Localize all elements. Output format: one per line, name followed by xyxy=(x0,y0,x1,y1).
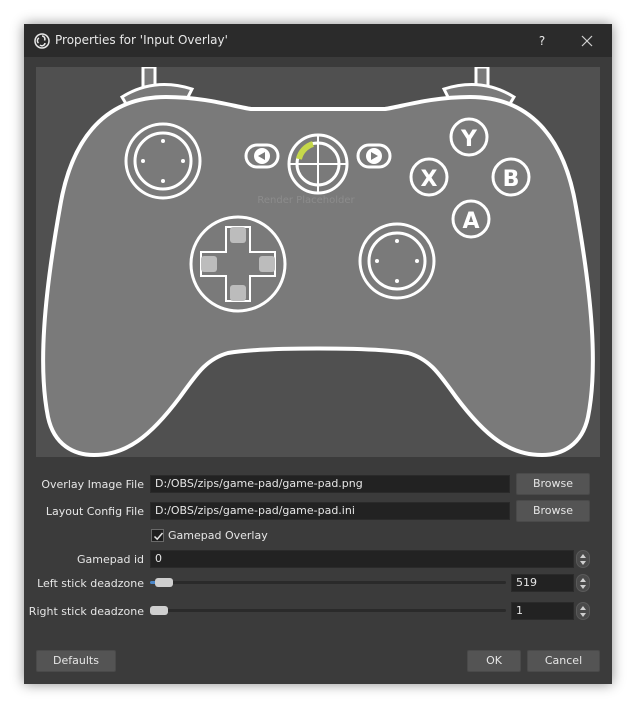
button-a-label: A xyxy=(462,209,479,234)
left-stick xyxy=(124,122,202,200)
obs-logo-icon xyxy=(34,33,50,49)
dpad-left xyxy=(201,256,217,272)
gamepad-id-label: Gamepad id xyxy=(77,553,144,566)
face-button-b: B xyxy=(491,157,531,197)
left-deadzone-spinner[interactable] xyxy=(576,574,590,592)
right-deadzone-slider-handle[interactable] xyxy=(150,606,168,615)
right-stick xyxy=(358,222,436,300)
right-deadzone-slider[interactable] xyxy=(150,606,506,615)
face-button-x: X xyxy=(409,157,449,197)
preview-watermark: Render Placeholder xyxy=(257,195,355,206)
cancel-button[interactable]: Cancel xyxy=(527,650,600,672)
button-y-label: Y xyxy=(460,127,478,152)
help-button[interactable]: ? xyxy=(531,31,553,51)
properties-dialog: Properties for 'Input Overlay' ? Render … xyxy=(24,24,612,684)
close-icon[interactable] xyxy=(576,30,598,52)
dpad-right xyxy=(259,256,275,272)
layout-config-label: Layout Config File xyxy=(45,505,144,518)
dpad-up xyxy=(230,227,246,243)
gamepad-overlay-checkbox[interactable] xyxy=(151,529,164,542)
window-title: Properties for 'Input Overlay' xyxy=(55,33,228,47)
layout-config-path-field[interactable]: D:/OBS/zips/game-pad/game-pad.ini xyxy=(150,502,510,520)
browse-overlay-image-button[interactable]: Browse xyxy=(516,473,590,495)
right-deadzone-value[interactable]: 1 xyxy=(511,602,574,620)
start-button xyxy=(356,143,392,169)
source-preview: Render Placeholder Y X B A xyxy=(36,67,600,457)
face-button-y: Y xyxy=(449,117,489,157)
defaults-button[interactable]: Defaults xyxy=(36,650,116,672)
left-deadzone-slider-handle[interactable] xyxy=(155,578,173,587)
dpad xyxy=(189,215,287,313)
overlay-image-path-field[interactable]: D:/OBS/zips/game-pad/game-pad.png xyxy=(150,475,510,493)
checkmark-icon xyxy=(153,532,164,541)
guide-button xyxy=(287,133,349,195)
left-deadzone-value[interactable]: 519 xyxy=(511,574,574,592)
gamepad-id-input[interactable]: 0 xyxy=(150,550,574,568)
overlay-image-label: Overlay Image File xyxy=(41,478,144,491)
face-button-a: A xyxy=(451,199,491,239)
button-x-label: X xyxy=(421,167,438,192)
back-button xyxy=(244,143,280,169)
gamepad-overlay-image: Render Placeholder Y X B A xyxy=(41,67,595,457)
left-deadzone-slider[interactable] xyxy=(150,578,506,587)
title-bar: Properties for 'Input Overlay' ? xyxy=(24,24,612,57)
button-b-label: B xyxy=(503,167,520,192)
dpad-down xyxy=(230,285,246,301)
gamepad-overlay-label: Gamepad Overlay xyxy=(168,529,268,542)
right-deadzone-label: Right stick deadzone xyxy=(28,605,144,618)
ok-button[interactable]: OK xyxy=(467,650,521,672)
browse-layout-config-button[interactable]: Browse xyxy=(516,500,590,522)
left-deadzone-label: Left stick deadzone xyxy=(37,577,144,590)
gamepad-id-spinner[interactable] xyxy=(576,550,590,568)
right-deadzone-spinner[interactable] xyxy=(576,602,590,620)
